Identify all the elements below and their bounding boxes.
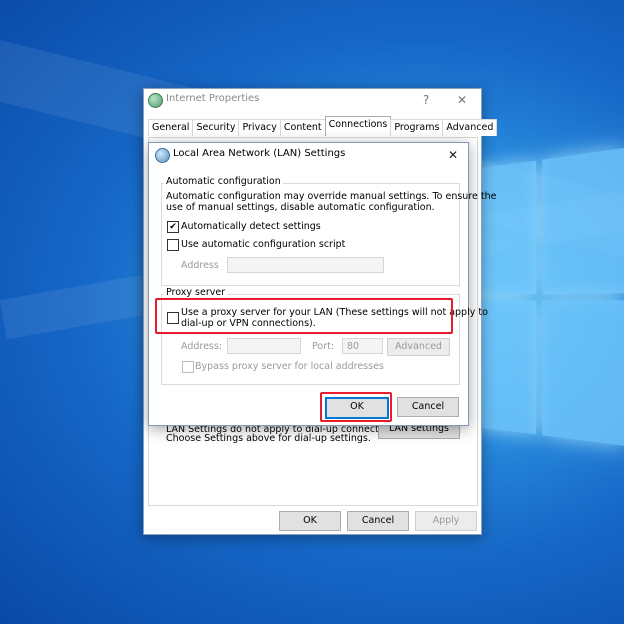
ok-highlight-box [320, 392, 392, 422]
auto-config-description-line1: Automatic configuration may override man… [166, 191, 497, 202]
proxy-advanced-button[interactable]: Advanced [387, 338, 450, 356]
proxy-port-field[interactable]: 80 [342, 338, 383, 354]
auto-detect-label: Automatically detect settings [181, 221, 321, 232]
proxy-address-label: Address: [181, 341, 223, 352]
proxy-address-field[interactable] [227, 338, 301, 354]
dialog-title: Local Area Network (LAN) Settings [173, 148, 346, 159]
auto-config-legend: Automatic configuration [164, 176, 283, 187]
tab-strip: General Security Privacy Content Connect… [148, 116, 498, 137]
auto-detect-checkbox[interactable]: ✔ [167, 221, 179, 233]
tab-general[interactable]: General [148, 119, 194, 136]
title-bar: Internet Properties ? ✕ [144, 89, 481, 111]
cancel-button[interactable]: Cancel [397, 397, 459, 417]
lan-settings-dialog: Local Area Network (LAN) Settings ✕ Auto… [148, 142, 496, 426]
tab-content[interactable]: Content [279, 119, 326, 136]
script-address-field[interactable] [227, 257, 384, 273]
close-button[interactable]: ✕ [452, 91, 472, 109]
close-button[interactable]: ✕ [443, 146, 463, 164]
bypass-local-checkbox[interactable] [182, 361, 194, 373]
lan-note-line2: Choose Settings above for dial-up settin… [166, 433, 371, 444]
tab-programs[interactable]: Programs [390, 119, 444, 136]
ok-button[interactable]: OK [279, 511, 341, 531]
network-icon [155, 148, 170, 163]
tab-security[interactable]: Security [192, 119, 240, 136]
proxy-highlight-box [155, 298, 453, 334]
proxy-server-legend: Proxy server [164, 287, 228, 298]
globe-icon [148, 93, 163, 108]
title-bar: Local Area Network (LAN) Settings ✕ [149, 143, 468, 165]
help-button[interactable]: ? [416, 91, 436, 109]
script-address-label: Address [181, 260, 219, 271]
tab-connections[interactable]: Connections [324, 116, 392, 136]
window-title: Internet Properties [166, 93, 260, 104]
tab-advanced[interactable]: Advanced [442, 119, 498, 136]
bypass-local-label: Bypass proxy server for local addresses [195, 361, 384, 372]
cancel-button[interactable]: Cancel [347, 511, 409, 531]
proxy-port-label: Port: [312, 341, 335, 352]
auto-config-description-line2: use of manual settings, disable automati… [166, 202, 435, 213]
auto-config-script-checkbox[interactable] [167, 239, 179, 251]
auto-config-script-label: Use automatic configuration script [181, 239, 346, 250]
tab-privacy[interactable]: Privacy [238, 119, 281, 136]
apply-button[interactable]: Apply [415, 511, 477, 531]
